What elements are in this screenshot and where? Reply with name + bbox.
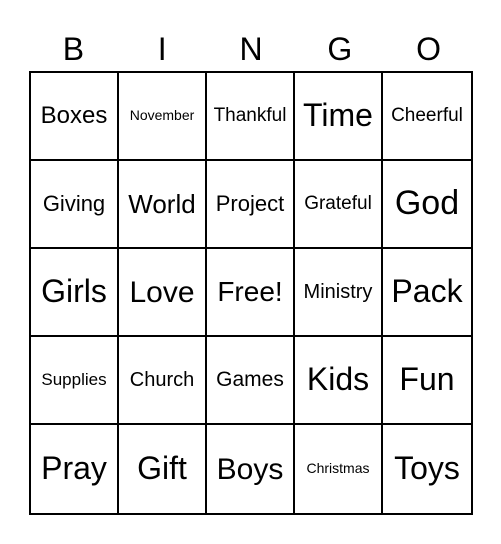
bingo-cell[interactable]: Pack	[383, 249, 471, 337]
bingo-cell[interactable]: Love	[119, 249, 207, 337]
bingo-cell[interactable]: Fun	[383, 337, 471, 425]
header-letter-b: B	[62, 31, 85, 67]
bingo-cell[interactable]: World	[119, 161, 207, 249]
bingo-cell[interactable]: Supplies	[31, 337, 119, 425]
bingo-cell[interactable]: Toys	[383, 425, 471, 513]
bingo-cell[interactable]: Church	[119, 337, 207, 425]
bingo-cell[interactable]: Cheerful	[383, 73, 471, 161]
header-letter-o: O	[416, 31, 442, 67]
bingo-cell[interactable]: Time	[295, 73, 383, 161]
bingo-cell-free[interactable]: Free!	[207, 249, 295, 337]
bingo-cell[interactable]: Project	[207, 161, 295, 249]
bingo-cell[interactable]: Ministry	[295, 249, 383, 337]
bingo-cell[interactable]: Boys	[207, 425, 295, 513]
bingo-cell[interactable]: Pray	[31, 425, 119, 513]
bingo-cell[interactable]: Gift	[119, 425, 207, 513]
bingo-cell[interactable]: November	[119, 73, 207, 161]
bingo-cell[interactable]: Giving	[31, 161, 119, 249]
bingo-cell[interactable]: Grateful	[295, 161, 383, 249]
bingo-cell[interactable]: Thankful	[207, 73, 295, 161]
bingo-header: B I N G O	[29, 28, 473, 70]
header-letter-i: I	[157, 31, 167, 67]
header-letter-n: N	[239, 31, 263, 67]
bingo-cell[interactable]: Girls	[31, 249, 119, 337]
bingo-cell[interactable]: Games	[207, 337, 295, 425]
bingo-cell[interactable]: God	[383, 161, 471, 249]
bingo-cell[interactable]: Boxes	[31, 73, 119, 161]
bingo-board: Boxes November Thankful Time Cheerful Gi…	[29, 71, 473, 515]
header-letter-g: G	[327, 31, 353, 67]
bingo-cell[interactable]: Kids	[295, 337, 383, 425]
bingo-cell[interactable]: Christmas	[295, 425, 383, 513]
